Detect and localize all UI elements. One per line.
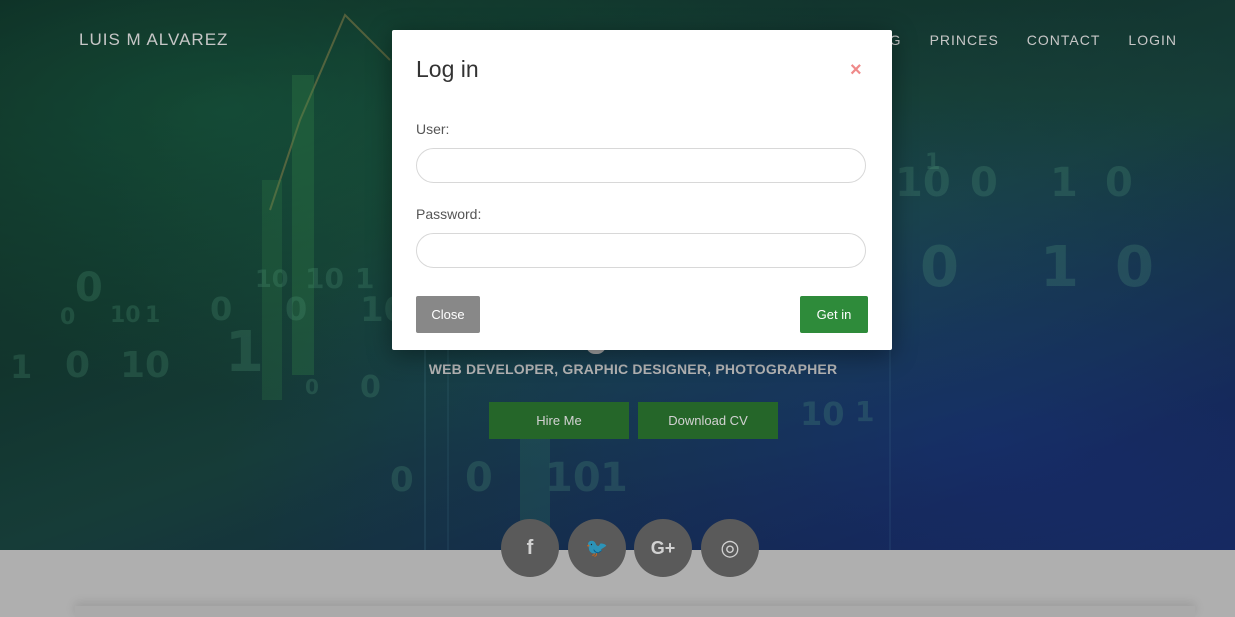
user-input[interactable] bbox=[416, 148, 866, 183]
close-button[interactable]: Close bbox=[416, 296, 480, 333]
close-icon[interactable]: × bbox=[850, 60, 862, 80]
get-in-button[interactable]: Get in bbox=[800, 296, 868, 333]
modal-title: Log in bbox=[416, 56, 479, 82]
user-label: User: bbox=[416, 121, 450, 137]
login-modal: Log in × User: Password: Close Get in bbox=[392, 30, 892, 350]
password-input[interactable] bbox=[416, 233, 866, 268]
password-label: Password: bbox=[416, 206, 482, 222]
